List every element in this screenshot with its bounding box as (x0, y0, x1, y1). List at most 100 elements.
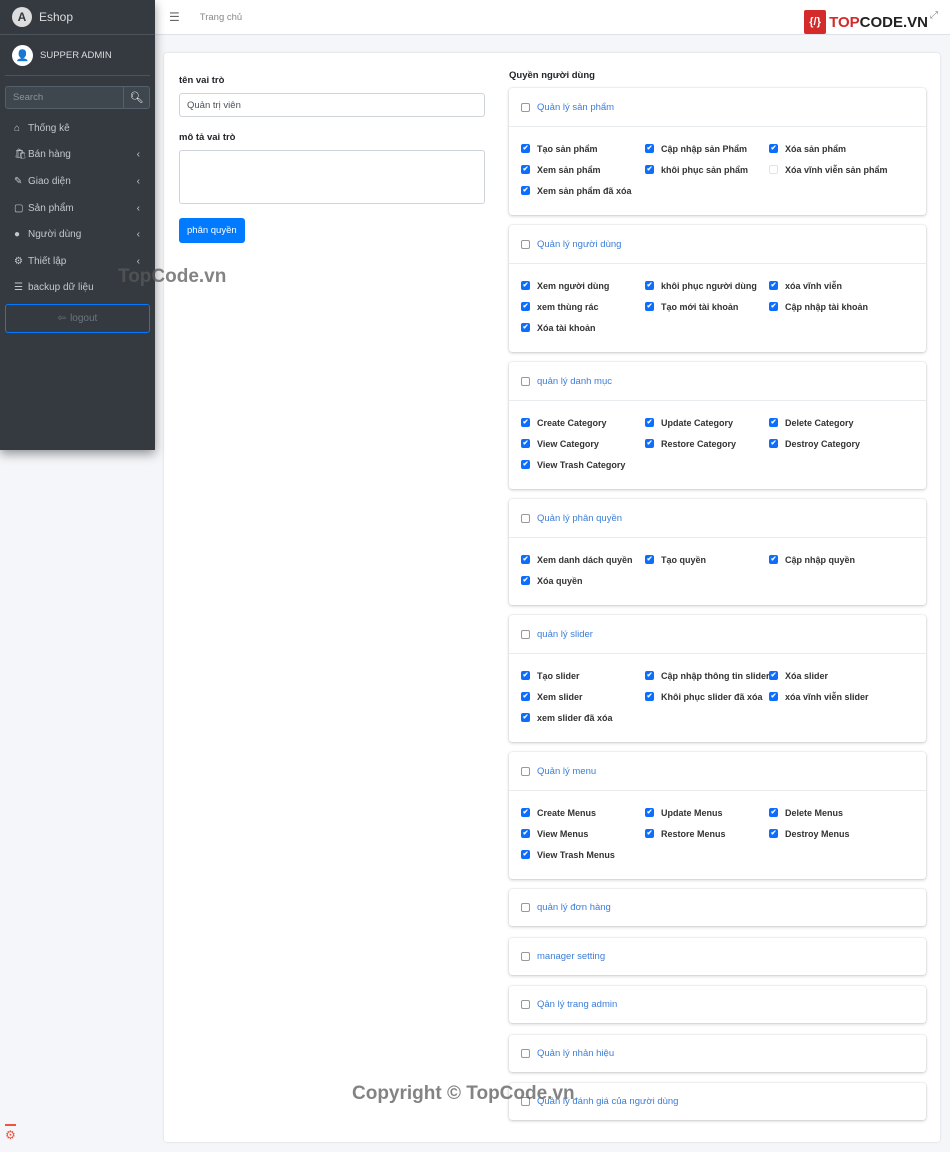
permission-checkbox[interactable]: ✔ (645, 439, 654, 448)
permission-item[interactable]: Xóa vĩnh viễn sản phẩm (769, 159, 909, 180)
permission-item[interactable]: ✔ Xóa sản phẩm (769, 138, 909, 159)
permission-checkbox[interactable]: ✔ (521, 808, 530, 817)
permission-item[interactable]: ✔ View Menus (521, 823, 645, 844)
permission-item[interactable]: ✔ Cập nhập sản Phẩm (645, 138, 769, 159)
permission-item[interactable]: ✔ Xóa tài khoản (521, 317, 645, 338)
permission-checkbox[interactable]: ✔ (521, 418, 530, 427)
permission-checkbox[interactable]: ✔ (521, 281, 530, 290)
permission-item[interactable]: ✔ Cập nhập tài khoản (769, 296, 909, 317)
permission-item[interactable]: ✔ xóa vĩnh viễn (769, 275, 909, 296)
permission-checkbox[interactable]: ✔ (521, 323, 530, 332)
permission-item[interactable]: ✔ Xem người dùng (521, 275, 645, 296)
group-header[interactable]: Quản lý menu (509, 752, 926, 790)
permission-checkbox[interactable]: ✔ (769, 555, 778, 564)
sidebar-item[interactable]: ● Người dùng ‹ (0, 221, 155, 248)
group-checkbox[interactable] (521, 1048, 530, 1058)
permission-item[interactable]: ✔ Cập nhập quyền (769, 549, 909, 570)
role-description-textarea[interactable] (179, 150, 485, 204)
permission-item[interactable]: ✔ Create Menus (521, 802, 645, 823)
permission-item[interactable]: ✔ Tạo quyền (645, 549, 769, 570)
permission-checkbox[interactable]: ✔ (769, 144, 778, 153)
permission-checkbox[interactable]: ✔ (521, 144, 530, 153)
search-button[interactable]: 🔍︎ (123, 86, 150, 109)
permission-checkbox[interactable]: ✔ (769, 418, 778, 427)
group-header[interactable]: manager setting (509, 938, 926, 975)
permission-checkbox[interactable]: ✔ (645, 829, 654, 838)
permission-checkbox[interactable]: ✔ (521, 671, 530, 680)
group-header[interactable]: Quản lý sản phẩm (509, 88, 926, 126)
permission-item[interactable]: ✔ khôi phục sản phẩm (645, 159, 769, 180)
group-checkbox[interactable] (521, 376, 530, 386)
permission-checkbox[interactable]: ✔ (521, 460, 530, 469)
permission-item[interactable]: ✔ Xem sản phẩm (521, 159, 645, 180)
assign-permissions-button[interactable]: phân quyền (179, 218, 245, 243)
group-header[interactable]: Quản lý người dùng (509, 225, 926, 263)
permission-item[interactable]: ✔ Restore Menus (645, 823, 769, 844)
permission-checkbox[interactable]: ✔ (521, 829, 530, 838)
permission-checkbox[interactable]: ✔ (645, 302, 654, 311)
group-checkbox[interactable] (521, 951, 530, 961)
fullscreen-icon[interactable]: ⤢ (930, 10, 938, 21)
permission-item[interactable]: ✔ Restore Category (645, 433, 769, 454)
permission-item[interactable]: ✔ khôi phục người dùng (645, 275, 769, 296)
permission-item[interactable]: ✔ Delete Category (769, 412, 909, 433)
permission-checkbox[interactable]: ✔ (769, 302, 778, 311)
permission-item[interactable]: ✔ Cập nhập thông tin slider (645, 665, 770, 686)
permission-checkbox[interactable]: ✔ (645, 144, 654, 153)
permission-checkbox[interactable]: ✔ (521, 165, 530, 174)
permission-item[interactable]: ✔ Xóa quyền (521, 570, 645, 591)
brand-link[interactable]: A Eshop (0, 0, 155, 35)
permission-item[interactable]: ✔ Create Category (521, 412, 645, 433)
permission-item[interactable]: ✔ Xem danh dách quyền (521, 549, 645, 570)
permission-item[interactable]: ✔ Update Menus (645, 802, 769, 823)
permission-item[interactable]: ✔ Tạo slider (521, 665, 645, 686)
permission-checkbox[interactable]: ✔ (521, 439, 530, 448)
user-panel[interactable]: 👤 SUPPER ADMIN (5, 35, 150, 76)
group-header[interactable]: quản lý đơn hàng (509, 889, 926, 926)
group-header[interactable]: Quản lý phân quyền (509, 499, 926, 537)
permission-checkbox[interactable]: ✔ (769, 671, 778, 680)
permission-checkbox[interactable]: ✔ (521, 713, 530, 722)
permission-item[interactable]: ✔ xem slider đã xóa (521, 707, 645, 728)
permission-item[interactable]: ✔ Tạo mới tài khoản (645, 296, 769, 317)
permission-item[interactable]: ✔ Xóa slider (769, 665, 909, 686)
permission-item[interactable]: ✔ Xem sản phẩm đã xóa (521, 180, 645, 201)
permission-checkbox[interactable]: ✔ (521, 850, 530, 859)
permission-checkbox[interactable]: ✔ (769, 829, 778, 838)
group-header[interactable]: Qản lý trang admin (509, 986, 926, 1023)
sidebar-item[interactable]: ▢ Sản phẩm ‹ (0, 195, 155, 222)
permission-checkbox[interactable]: ✔ (645, 418, 654, 427)
role-name-input[interactable]: Quản trị viên (179, 93, 485, 117)
permission-checkbox[interactable]: ✔ (521, 302, 530, 311)
group-header[interactable]: quản lý danh mục (509, 362, 926, 400)
permission-checkbox[interactable]: ✔ (645, 165, 654, 174)
logout-button[interactable]: ⇦ logout (5, 304, 150, 334)
permission-item[interactable]: ✔ Delete Menus (769, 802, 909, 823)
permission-checkbox[interactable]: ✔ (769, 692, 778, 701)
permission-checkbox[interactable]: ✔ (645, 671, 654, 680)
group-checkbox[interactable] (521, 239, 530, 249)
permission-checkbox[interactable]: ✔ (645, 281, 654, 290)
group-checkbox[interactable] (521, 766, 530, 776)
search-input[interactable]: Search (5, 86, 123, 109)
permission-item[interactable]: ✔ Update Category (645, 412, 769, 433)
permission-item[interactable]: ✔ View Category (521, 433, 645, 454)
permission-item[interactable]: ✔ xem thùng rác (521, 296, 645, 317)
sidebar-item[interactable]: 🛍︎ Bán hàng ‹ (0, 142, 155, 169)
sidebar-item[interactable]: ✎ Giao diện ‹ (0, 168, 155, 195)
permission-item[interactable]: ✔ Tạo sản phẩm (521, 138, 645, 159)
permission-checkbox[interactable]: ✔ (769, 439, 778, 448)
permission-checkbox[interactable]: ✔ (645, 808, 654, 817)
permission-item[interactable]: ✔ Destroy Menus (769, 823, 909, 844)
group-checkbox[interactable] (521, 1000, 530, 1009)
permission-item[interactable]: ✔ xóa vĩnh viễn slider (769, 686, 909, 707)
breadcrumb[interactable]: Trang chủ (200, 12, 242, 23)
group-header[interactable]: Quản lý nhản hiệu (509, 1035, 926, 1072)
permission-checkbox[interactable]: ✔ (521, 576, 530, 585)
permission-checkbox[interactable]: ✔ (521, 555, 530, 564)
permission-checkbox[interactable]: ✔ (645, 692, 654, 701)
group-header[interactable]: quản lý slider (509, 615, 926, 653)
permission-item[interactable]: ✔ View Trash Category (521, 454, 645, 475)
permission-checkbox[interactable]: ✔ (521, 186, 530, 195)
sidebar-item[interactable]: ⌂ Thống kê (0, 115, 155, 142)
